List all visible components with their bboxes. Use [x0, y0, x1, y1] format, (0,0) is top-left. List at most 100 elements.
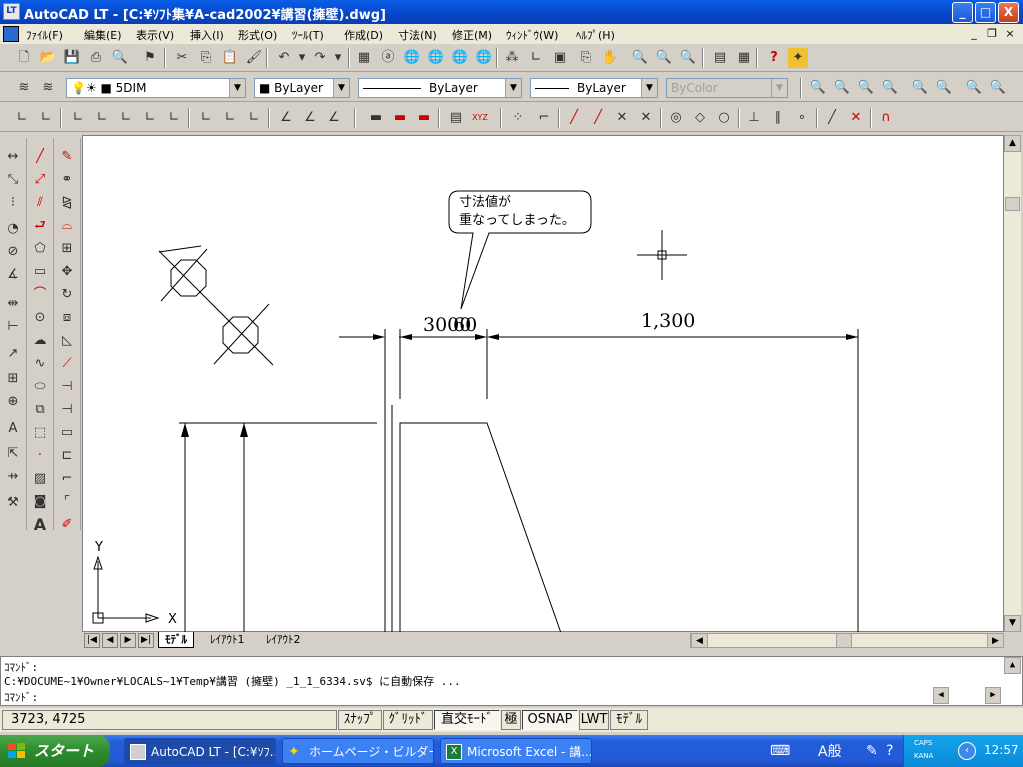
break-at-point-icon[interactable]: ⊏ [56, 445, 78, 466]
redo-icon[interactable]: ↷ [310, 48, 330, 68]
offset-icon[interactable]: ⌓ [56, 215, 78, 236]
color-dropdown[interactable]: ■ ByLayer ▼ [254, 78, 350, 98]
dim-text-60-overlap[interactable]: 60 [453, 314, 477, 336]
menu-edit[interactable]: 編集(E) [84, 27, 122, 43]
properties-icon[interactable]: ▤ [710, 48, 730, 68]
scroll-left-icon[interactable]: ◀ [933, 687, 949, 704]
chevron-down-icon[interactable]: ▼ [505, 79, 521, 97]
ucs-object-icon[interactable]: ∟ [68, 108, 88, 128]
circle-icon[interactable]: ⊙ [29, 307, 51, 328]
document-icon[interactable] [3, 26, 19, 42]
scroll-left-icon[interactable]: ◀ [691, 633, 708, 648]
revision-cloud-icon[interactable]: ☁ [29, 330, 51, 351]
menu-insert[interactable]: 挿入(I) [190, 27, 224, 43]
dim-update-icon[interactable]: ⇸ [2, 466, 24, 487]
rectangle-icon[interactable]: ▭ [29, 261, 51, 282]
arc-icon[interactable]: ⌒ [29, 284, 51, 305]
task-autocad[interactable]: AutoCAD LT - [C:¥ｿﾌ... [124, 738, 276, 764]
menu-draw[interactable]: 作成(D) [344, 27, 383, 43]
command-prompt[interactable]: ｺﾏﾝﾄﾞ: [4, 689, 38, 705]
minimize-button[interactable]: _ [952, 2, 973, 23]
menu-format[interactable]: 形式(O) [238, 27, 277, 43]
design-center-icon[interactable]: ▦ [734, 48, 754, 68]
menu-file[interactable]: ﾌｧｲﾙ(F) [26, 27, 63, 43]
ucs-zaxis-icon[interactable]: ∟ [164, 108, 184, 128]
close-button[interactable]: X [998, 2, 1019, 23]
mdi-restore-button[interactable]: ❐ [984, 27, 1000, 40]
layer-style-icon[interactable]: ▬ [390, 108, 410, 128]
linetype-dropdown[interactable]: ByLayer ▼ [358, 78, 522, 98]
command-window[interactable]: ｺﾏﾝﾄﾞ: C:¥DOCUME~1¥Owner¥LOCALS~1¥Temp¥講… [0, 656, 1023, 706]
move-icon[interactable]: ✥ [56, 261, 78, 282]
print-icon[interactable]: ⎙ [86, 48, 106, 68]
autodesk-point-a-icon[interactable]: ⓐ [378, 48, 398, 68]
next-tab-icon[interactable]: ▶ [120, 633, 136, 648]
zoom-out-icon[interactable]: 🔍 [934, 78, 954, 98]
region-icon[interactable]: ◙ [29, 491, 51, 512]
tolerance-icon[interactable]: ⊞ [2, 368, 24, 389]
scale-icon[interactable]: ⧈ [56, 307, 78, 328]
array-icon[interactable]: ⊞ [56, 238, 78, 259]
scroll-right-icon[interactable]: ▶ [985, 687, 1001, 704]
clock[interactable]: 12:57 [984, 743, 1019, 757]
snap-nearest-icon[interactable]: ╱ [822, 108, 842, 128]
scroll-thumb[interactable] [836, 633, 852, 648]
vertical-scrollbar[interactable]: ▲ ▼ [1004, 135, 1021, 632]
osnap-toggle[interactable]: OSNAP [522, 710, 578, 730]
hyperlink-icon[interactable]: 🌐 [474, 48, 494, 68]
today-icon[interactable]: ✦ [788, 48, 808, 68]
dim-radius-icon[interactable]: ◔ [2, 218, 24, 239]
rotate-x-icon[interactable]: ∠ [276, 108, 296, 128]
dim-angular-icon[interactable]: ∡ [2, 264, 24, 285]
plot-icon[interactable]: ⚑ [140, 48, 160, 68]
temporary-tracking-icon[interactable]: ⁘ [508, 108, 528, 128]
dim-aligned-icon[interactable]: ⤡ [2, 169, 24, 190]
grid-toggle[interactable]: ｸﾞﾘｯﾄﾞ [383, 710, 433, 730]
last-tab-icon[interactable]: ▶| [138, 633, 154, 648]
point-icon[interactable]: · [29, 445, 51, 466]
undo-icon[interactable]: ↶ [274, 48, 294, 68]
tab-layout2[interactable]: ﾚｲｱｳﾄ2 [260, 632, 307, 648]
zoom-dynamic-icon[interactable]: 🔍 [832, 78, 852, 98]
snap-tangent-icon[interactable]: ○ [714, 108, 734, 128]
center-mark-icon[interactable]: ⊕ [2, 391, 24, 412]
adcenter-icon[interactable]: ▦ [354, 48, 374, 68]
autocad-app-icon[interactable]: LT [3, 3, 20, 20]
zoom-previous-icon[interactable]: 🔍 [678, 48, 698, 68]
scroll-up-icon[interactable]: ▲ [1004, 657, 1021, 674]
previous-tab-icon[interactable]: ◀ [102, 633, 118, 648]
scroll-thumb[interactable] [1005, 197, 1020, 211]
ucs-icon[interactable]: ∟ [526, 48, 546, 68]
extend-icon[interactable]: ⊣ [56, 399, 78, 420]
dim-quick-icon[interactable]: ⇹ [2, 293, 24, 314]
mdi-close-button[interactable]: × [1002, 27, 1018, 40]
zoom-in-icon[interactable]: 🔍 [910, 78, 930, 98]
explode-icon[interactable]: ✐ [56, 514, 78, 535]
layer-dropdown[interactable]: 💡☀ ■ 5DIM ▼ [66, 78, 246, 98]
object-snap-icon[interactable]: ⁂ [502, 48, 522, 68]
coordinates-display[interactable]: 3723, 4725 [2, 710, 337, 730]
chamfer-icon[interactable]: ⌐ [56, 468, 78, 489]
ucs-previous-icon[interactable]: ∟ [36, 108, 56, 128]
chevron-down-icon[interactable]: ▼ [641, 79, 657, 97]
erase-icon[interactable]: ✎ [56, 146, 78, 167]
leader-icon[interactable]: ↗ [2, 343, 24, 364]
polyline-icon[interactable]: ⮐ [29, 215, 51, 236]
zoom-all-icon[interactable]: 🔍 [964, 78, 984, 98]
snap-node-icon[interactable]: ∘ [792, 108, 812, 128]
ime-tools-icon[interactable]: ✎ [866, 743, 878, 759]
tab-layout1[interactable]: ﾚｲｱｳﾄ1 [204, 632, 251, 648]
xyz-icon[interactable]: XYZ [470, 108, 490, 128]
rotate-z-icon[interactable]: ∠ [324, 108, 344, 128]
rotate-y-icon[interactable]: ∠ [300, 108, 320, 128]
zoom-window-icon[interactable]: 🔍 [654, 48, 674, 68]
snap-perpendicular-icon[interactable]: ⊥ [744, 108, 764, 128]
scroll-down-icon[interactable]: ▼ [1004, 615, 1021, 632]
web-publish-icon[interactable]: 🌐 [426, 48, 446, 68]
octagon-upper[interactable] [170, 259, 207, 297]
construction-line-icon[interactable]: ⤢ [29, 169, 51, 190]
drawing-canvas[interactable]: 寸法値が 重なってしまった。 3000 60 1,300 Y X [82, 135, 1004, 633]
ucs-z-icon[interactable]: ∟ [220, 108, 240, 128]
zoom-center-icon[interactable]: 🔍 [880, 78, 900, 98]
title-bar[interactable]: LT AutoCAD LT - [C:¥ｿﾌﾄ集¥A-cad2002¥講習(擁壁… [0, 0, 1023, 24]
